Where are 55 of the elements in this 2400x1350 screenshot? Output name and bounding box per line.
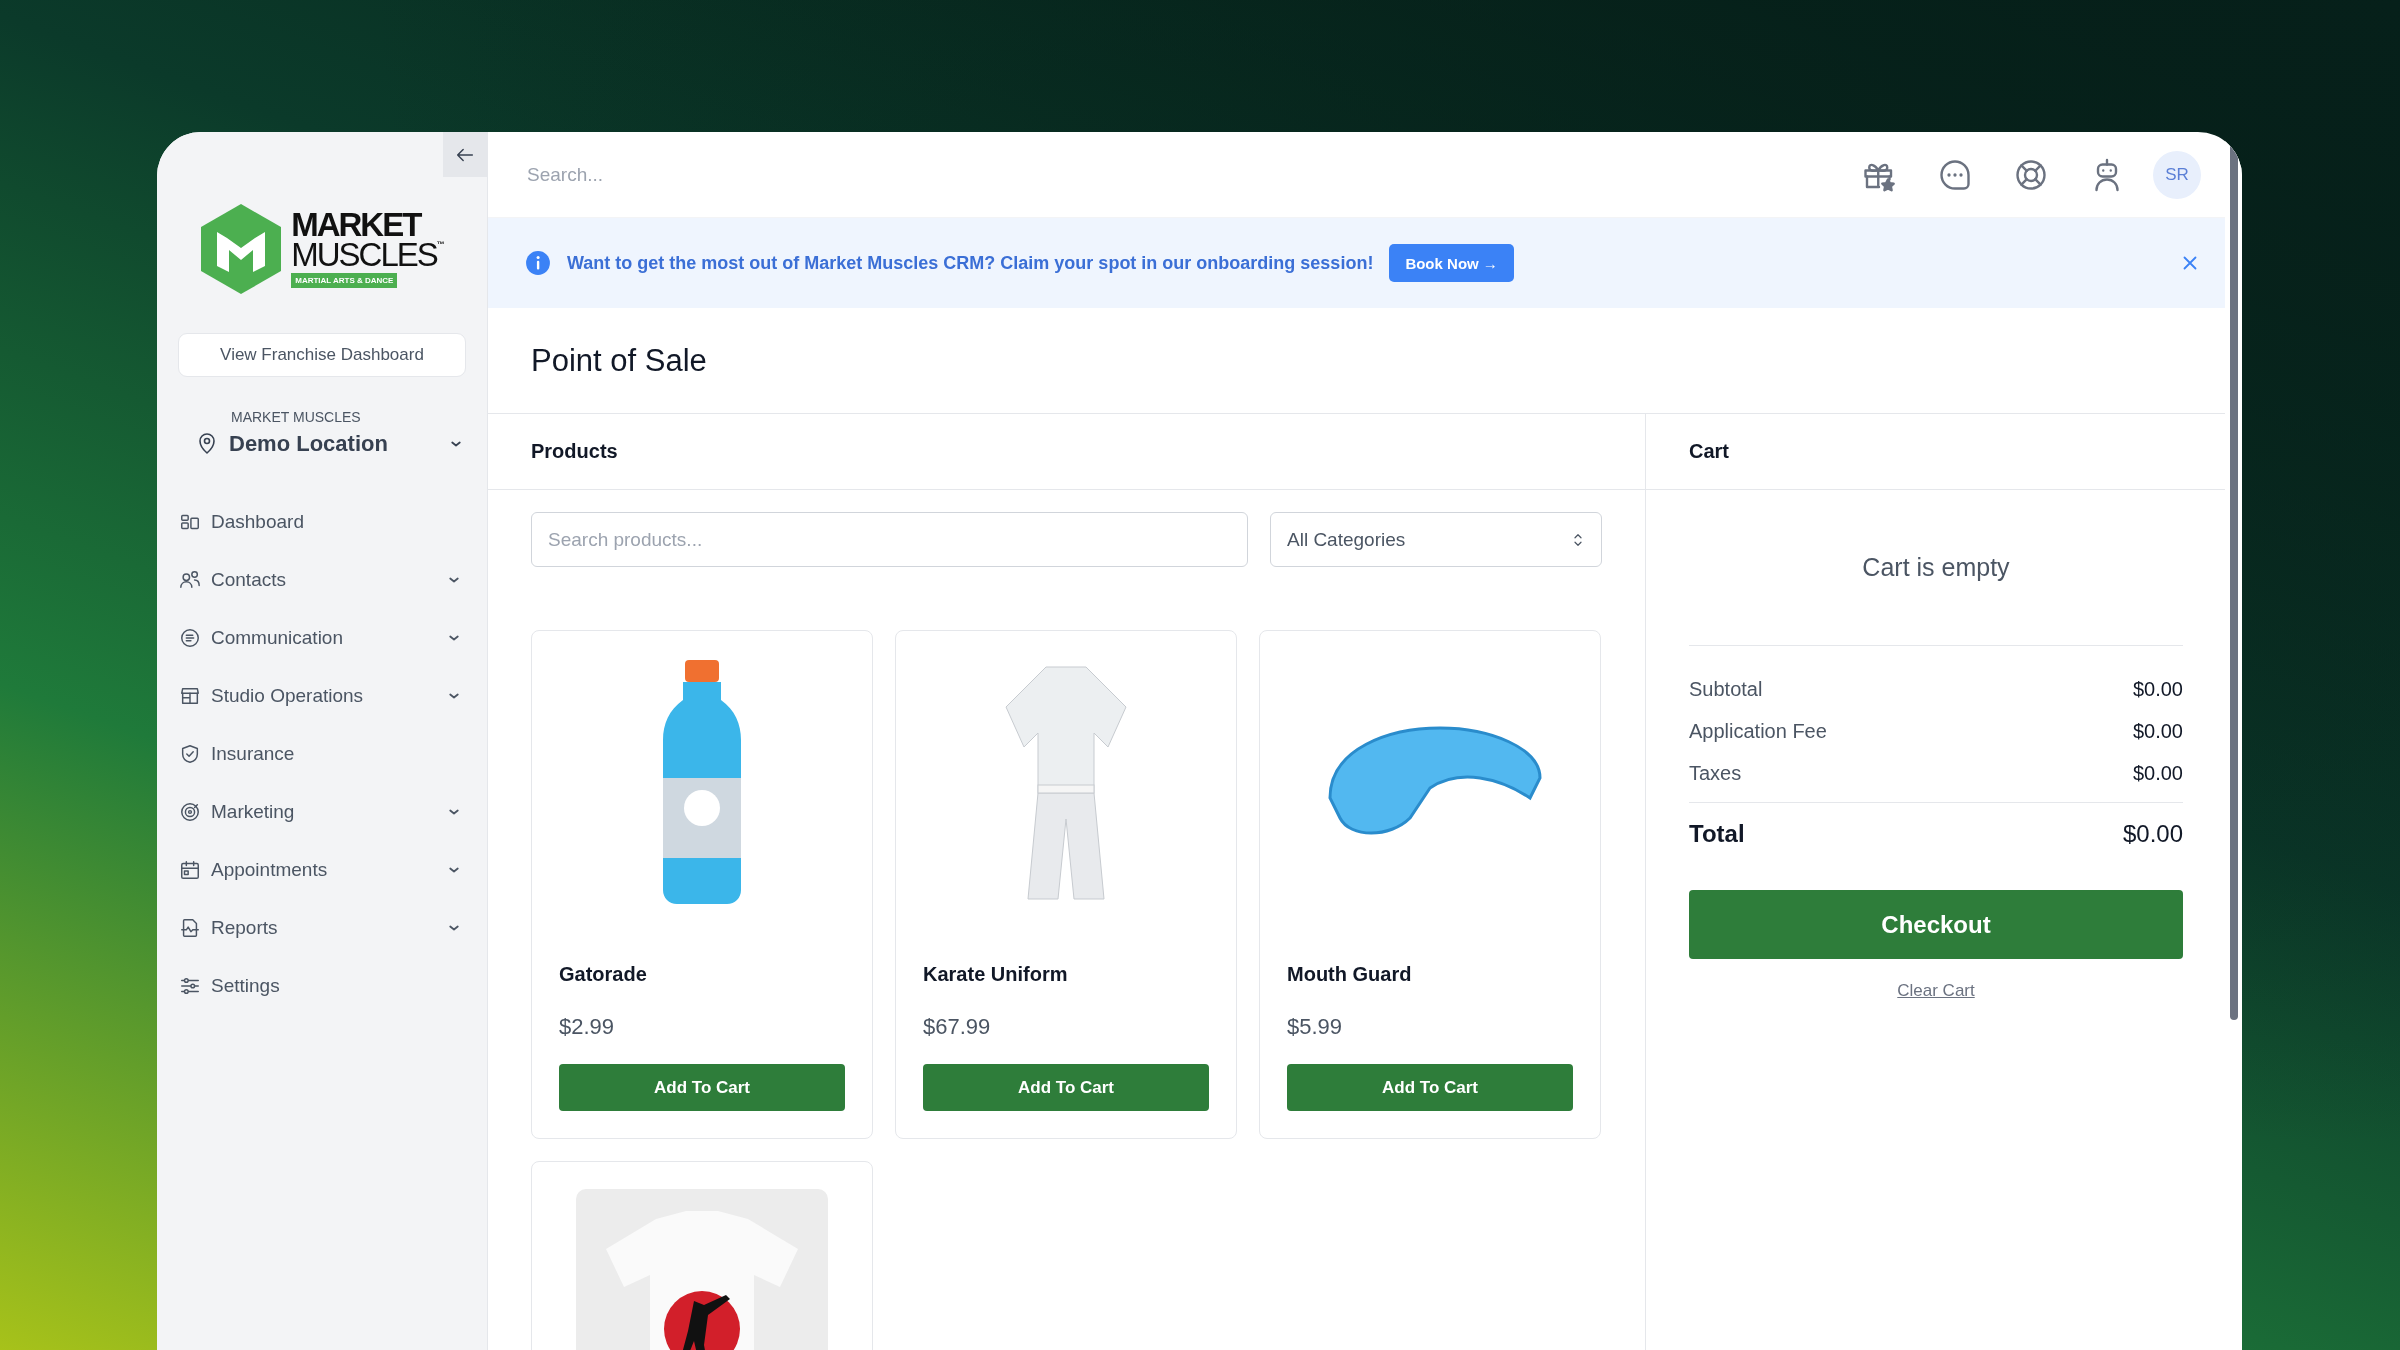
sidebar-item[interactable]: Marketing [179, 793, 463, 831]
logo-wordmark: MARKET [291, 210, 421, 240]
empty-cart-message: Cart is empty [1862, 553, 2010, 582]
checkout-button[interactable]: Checkout [1689, 890, 2183, 959]
product-price: $67.99 [923, 1014, 992, 1040]
summary-label: Taxes [1689, 762, 1742, 785]
product-price: $5.99 [1287, 1014, 1344, 1040]
product-name: Mouth Guard [1287, 963, 1413, 986]
search-field[interactable]: Search... [525, 162, 1821, 187]
summary-label: Subtotal [1689, 678, 1763, 701]
logo-tagline: MARTIAL ARTS & DANCE [291, 273, 398, 288]
collapse-sidebar-button[interactable] [443, 132, 487, 177]
product-search-field[interactable]: Search products... [531, 512, 1248, 567]
sidebar-item[interactable]: Contacts [179, 561, 463, 599]
add-to-cart-button[interactable]: Add To Cart [559, 1064, 845, 1111]
summary-label: Application Fee [1689, 720, 1827, 743]
report-icon [179, 917, 201, 939]
clear-cart-link[interactable]: Clear Cart [1897, 981, 1975, 1001]
page-title: Point of Sale [488, 308, 2225, 414]
sidebar-item[interactable]: Dashboard [179, 503, 463, 541]
sidebar-item[interactable]: Reports [179, 909, 463, 947]
info-icon [525, 250, 551, 276]
shield-icon [179, 743, 201, 765]
people-icon [179, 569, 201, 591]
banner-message: Want to get the most out of Market Muscles CRM? Claim your spot in our onboarding session! [567, 252, 1374, 274]
sidebar-item[interactable]: Appointments [179, 851, 463, 889]
category-select[interactable]: All Categories [1270, 512, 1602, 567]
panel-title: Products [531, 440, 618, 463]
product-price: $2.99 [559, 1014, 616, 1040]
store-icon [179, 685, 201, 707]
total-label: Total [1689, 820, 1745, 848]
location-selector[interactable]: Demo Location [229, 431, 437, 457]
chat-icon [179, 627, 201, 649]
product-name: Gatorade [559, 963, 648, 986]
add-to-cart-button[interactable]: Add To Cart [1287, 1064, 1573, 1111]
sliders-icon [179, 975, 201, 997]
summary-value: $0.00 [2132, 678, 2183, 701]
panel-title: Cart [1689, 440, 1729, 463]
sidebar-item[interactable]: Insurance [179, 735, 463, 773]
summary-value: $0.00 [2132, 762, 2183, 785]
calendar-icon [179, 859, 201, 881]
sidebar-item[interactable]: Communication [179, 619, 463, 657]
product-name: Karate Uniform [923, 963, 1069, 986]
target-icon [179, 801, 201, 823]
logo-icon [199, 202, 284, 296]
book-now-button[interactable]: Book Now → [1389, 244, 1514, 282]
sidebar-item[interactable]: Studio Operations [179, 677, 463, 715]
summary-value: $0.00 [2132, 720, 2183, 743]
franchise-dashboard-button[interactable]: View Franchise Dashboard [178, 333, 466, 377]
logo-wordmark: MUSCLES [291, 240, 437, 270]
add-to-cart-button[interactable]: Add To Cart [923, 1064, 1209, 1111]
trademark-sign: ™ [436, 240, 445, 249]
location-group-label: MARKET MUSCLES [231, 409, 362, 425]
total-value: $0.00 [2122, 820, 2183, 848]
sidebar-item[interactable]: Settings [179, 967, 463, 1005]
